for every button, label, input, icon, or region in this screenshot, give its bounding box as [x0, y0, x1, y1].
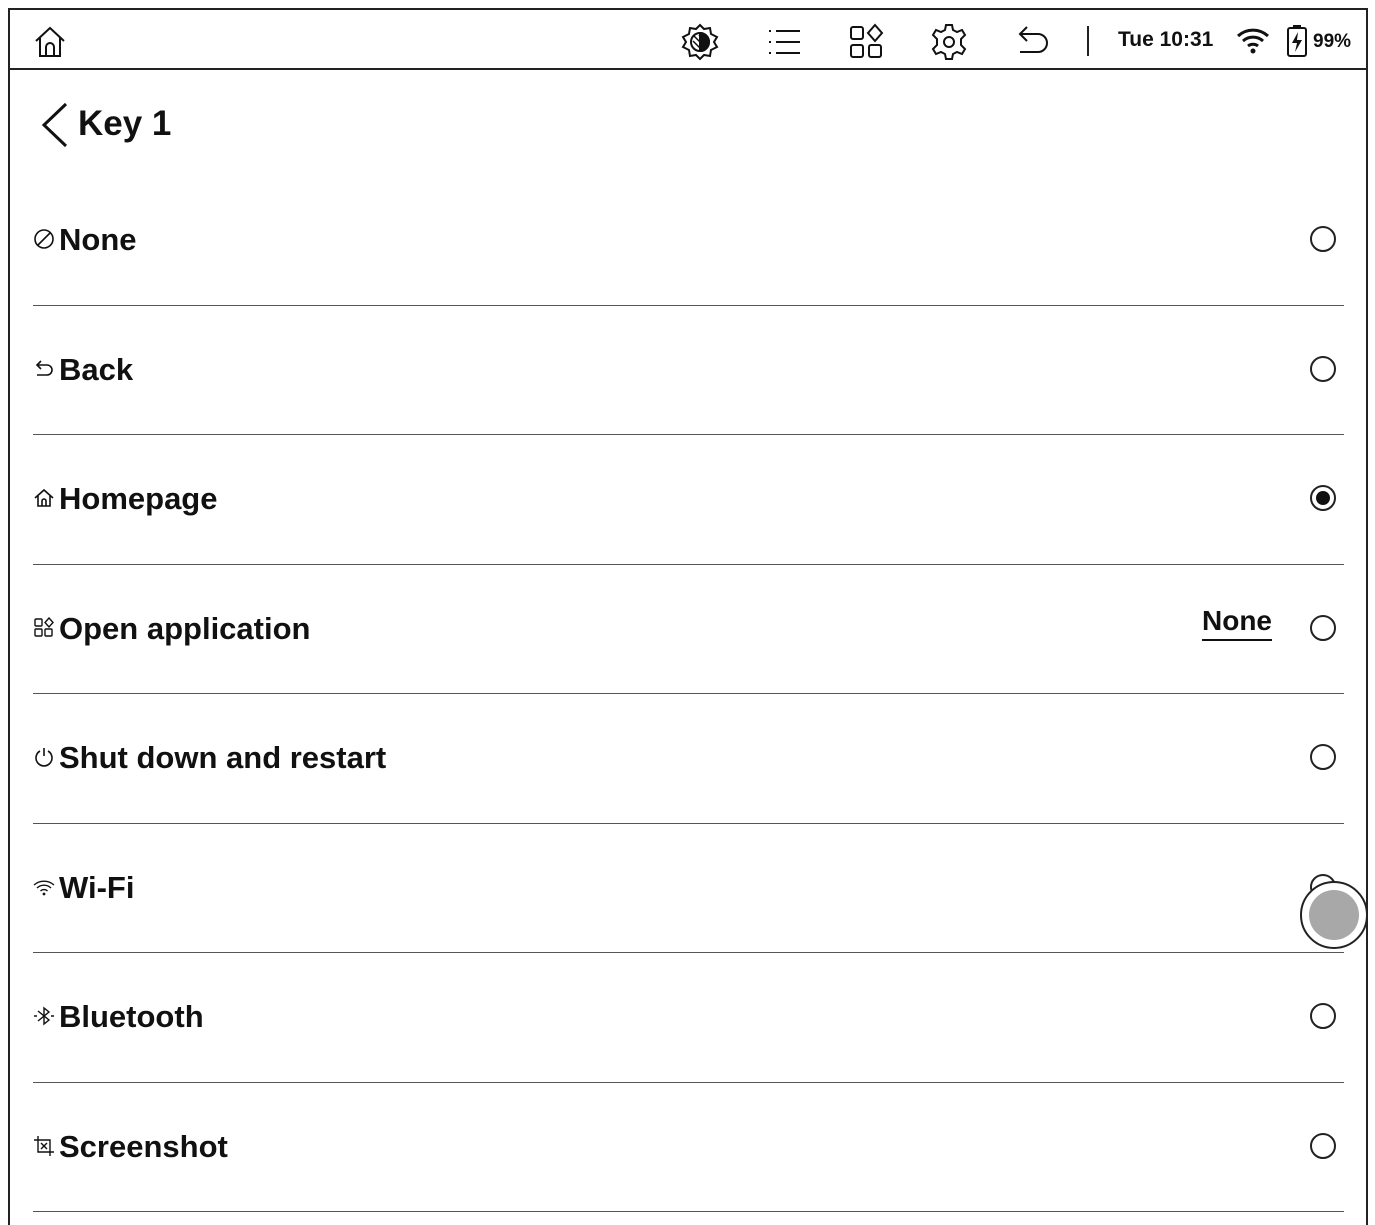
battery-charging-icon: [1286, 24, 1308, 58]
list-icon[interactable]: [764, 22, 804, 62]
radio-button[interactable]: [1310, 614, 1336, 641]
option-back[interactable]: Back: [33, 306, 1344, 435]
home-icon[interactable]: [30, 22, 70, 62]
option-none[interactable]: None: [33, 176, 1344, 306]
option-wifi[interactable]: Wi-Fi: [33, 824, 1344, 953]
option-bluetooth[interactable]: Bluetooth: [33, 953, 1344, 1083]
wifi-icon[interactable]: [1236, 26, 1270, 56]
option-screenshot[interactable]: Screenshot: [33, 1083, 1344, 1212]
option-shut-down-restart[interactable]: Shut down and restart: [33, 694, 1344, 824]
refresh-mode-icon[interactable]: [680, 22, 720, 62]
option-label: Homepage: [59, 481, 218, 516]
radio-button[interactable]: [1310, 355, 1336, 382]
wifi-icon: [33, 880, 55, 895]
radio-button[interactable]: [1310, 1132, 1336, 1159]
bluetooth-icon: [34, 1006, 54, 1026]
radio-button-selected[interactable]: [1310, 485, 1336, 511]
option-label: Open application: [59, 610, 311, 646]
back-icon[interactable]: [1012, 22, 1052, 62]
option-label: Back: [59, 351, 134, 387]
page-title: Key 1: [78, 104, 172, 143]
key-action-list: None Back Homepage Open application None: [33, 176, 1344, 1212]
battery-level: 99%: [1313, 31, 1352, 52]
option-label: Bluetooth: [59, 999, 204, 1034]
touch-indicator: [1300, 881, 1368, 949]
option-homepage[interactable]: Homepage: [33, 435, 1344, 565]
option-label: None: [59, 222, 137, 257]
screenshot-icon: [34, 1135, 54, 1156]
home-icon: [34, 488, 54, 507]
radio-button[interactable]: [1310, 226, 1336, 252]
status-divider: [1087, 26, 1089, 56]
back-chevron-icon[interactable]: [36, 100, 72, 150]
radio-button[interactable]: [1310, 744, 1336, 770]
apps-icon[interactable]: [846, 22, 886, 62]
apps-icon: [34, 616, 54, 637]
option-label: Shut down and restart: [59, 740, 387, 775]
option-label: Screenshot: [59, 1128, 228, 1164]
status-bar: Tue 10:31 99%: [10, 10, 1366, 70]
settings-icon[interactable]: [929, 22, 969, 62]
power-icon: [35, 748, 53, 767]
back-icon: [35, 359, 53, 376]
radio-button[interactable]: [1310, 1003, 1336, 1029]
clock: Tue 10:31: [1118, 28, 1214, 51]
option-open-application[interactable]: Open application None: [33, 565, 1344, 694]
option-label: Wi-Fi: [59, 869, 135, 905]
none-icon: [34, 229, 54, 249]
selected-app-link[interactable]: None: [1202, 605, 1272, 641]
